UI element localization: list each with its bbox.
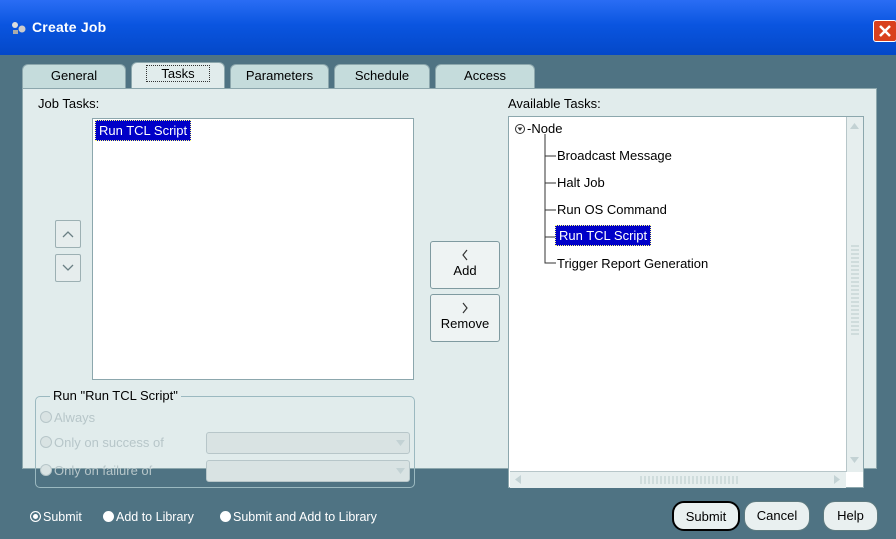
tab-label: Parameters [245,68,314,83]
tree-item-broadcast-message[interactable]: Broadcast Message [557,148,672,163]
radio-always[interactable]: Always [40,410,95,425]
chevron-up-icon [61,228,75,240]
radio-submit-and-add[interactable]: Submit and Add to Library [220,510,377,524]
add-button[interactable]: Add [430,241,500,289]
remove-button[interactable]: Remove [430,294,500,342]
cancel-button[interactable]: Cancel [744,501,810,531]
close-button[interactable] [873,20,896,42]
failure-of-select[interactable] [206,460,410,482]
tree-item-trigger-report-generation[interactable]: Trigger Report Generation [557,256,708,271]
move-up-button[interactable] [55,220,81,248]
remove-label: Remove [440,316,490,331]
radio-label: Submit [43,510,82,524]
tab-schedule[interactable]: Schedule [334,64,430,88]
tab-access[interactable]: Access [435,64,535,88]
dropdown-arrow-icon [396,468,405,474]
tab-tasks[interactable]: Tasks [131,62,225,90]
radio-only-on-failure[interactable]: Only on failure of [40,463,152,478]
window-title: Create Job [32,19,107,35]
run-group-label: Run "Run TCL Script" [50,388,181,403]
scroll-thumb[interactable] [640,476,740,484]
tree-item-run-tcl-script[interactable]: Run TCL Script [555,225,652,246]
radio-icon [103,511,114,522]
tab-label: Schedule [354,68,410,83]
scroll-down-icon[interactable] [849,455,860,465]
tree-item-run-os-command[interactable]: Run OS Command [557,202,667,217]
radio-selected-icon [30,511,41,522]
tab-parameters[interactable]: Parameters [230,64,329,88]
move-down-button[interactable] [55,254,81,282]
radio-only-on-success[interactable]: Only on success of [40,435,164,450]
scroll-up-icon[interactable] [849,121,860,131]
available-tasks-tree[interactable] [508,116,864,488]
horizontal-scrollbar[interactable] [510,471,846,488]
radio-label: Always [54,410,96,425]
tab-label: General [50,68,98,83]
chevron-left-icon [462,249,468,261]
available-tasks-label: Available Tasks: [508,96,601,111]
tab-label: Tasks [146,65,210,82]
job-tasks-list[interactable]: Run TCL Script [92,118,414,380]
chevron-down-icon [62,264,74,271]
close-icon [879,25,891,37]
tab-label: Access [464,68,506,83]
tree-item-halt-job[interactable]: Halt Job [557,175,605,190]
title-bar: Create Job [0,0,896,55]
radio-label: Only on success of [54,435,164,450]
radio-label: Add to Library [116,510,194,524]
job-tasks-label: Job Tasks: [38,96,100,111]
radio-icon [40,411,52,423]
dropdown-arrow-icon [396,440,405,446]
radio-icon [220,511,231,522]
radio-add-to-library[interactable]: Add to Library [103,510,194,524]
success-of-select[interactable] [206,432,410,454]
radio-label: Submit and Add to Library [233,510,377,524]
app-icon [12,22,26,34]
tree-item-label: Run TCL Script [555,225,652,246]
tab-general[interactable]: General [22,64,126,88]
collapse-icon[interactable] [514,123,526,135]
chevron-right-icon [462,302,468,314]
add-label: Add [453,263,477,278]
radio-submit[interactable]: Submit [30,510,82,524]
radio-icon [40,464,52,476]
list-item[interactable]: Run TCL Script [95,120,192,141]
help-button[interactable]: Help [823,501,878,531]
list-item-label: Run TCL Script [95,120,192,141]
vertical-scrollbar[interactable] [846,117,863,472]
submit-button[interactable]: Submit [672,501,740,531]
radio-label: Only on failure of [54,463,153,478]
scroll-right-icon[interactable] [832,474,842,485]
scroll-left-icon[interactable] [513,474,523,485]
scroll-thumb[interactable] [851,245,859,335]
radio-icon [40,436,52,448]
